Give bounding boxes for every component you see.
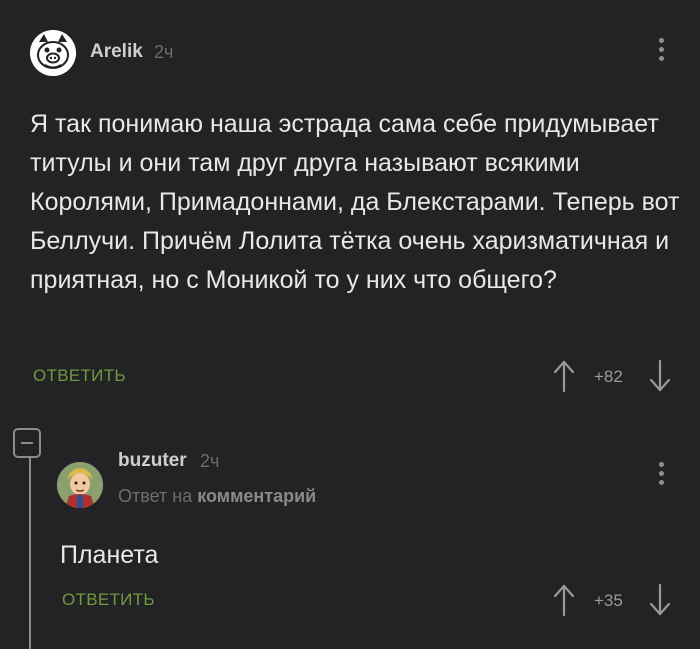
reply-to-link[interactable]: комментарий — [197, 486, 316, 506]
comment-score: +35 — [594, 591, 623, 610]
downvote-arrow-icon[interactable] — [648, 582, 672, 618]
upvote-arrow-icon[interactable] — [552, 582, 576, 618]
comment-score: +82 — [594, 367, 623, 386]
more-options-icon[interactable] — [659, 462, 665, 489]
pig-face-icon — [30, 30, 76, 76]
reply-button[interactable]: ОТВЕТИТЬ — [62, 590, 155, 610]
comment-time: 2ч — [154, 42, 174, 62]
reply-button[interactable]: ОТВЕТИТЬ — [33, 366, 126, 386]
reply-to-prefix: Ответ на — [118, 486, 193, 506]
more-options-icon[interactable] — [659, 38, 665, 65]
downvote-arrow-icon[interactable] — [648, 358, 672, 394]
comment-text: Я так понимаю наша эстрада сама себе при… — [30, 110, 680, 294]
comment-author[interactable]: buzuter — [118, 450, 187, 472]
upvote-arrow-icon[interactable] — [552, 358, 576, 394]
reply-to-info: Ответ на комментарий — [118, 486, 316, 507]
comment-author[interactable]: Arelik — [90, 41, 143, 63]
reply-comment: buzuter 2ч Ответ на комментарий Планета … — [0, 410, 700, 649]
user-avatar[interactable] — [30, 30, 76, 76]
comment-time: 2ч — [200, 451, 220, 471]
comment-text: Планета — [60, 541, 159, 569]
comment: Arelik 2ч Я так понимаю наша эстрада сам… — [0, 0, 700, 410]
user-avatar[interactable] — [57, 462, 103, 508]
cartoon-character-icon — [57, 462, 103, 508]
